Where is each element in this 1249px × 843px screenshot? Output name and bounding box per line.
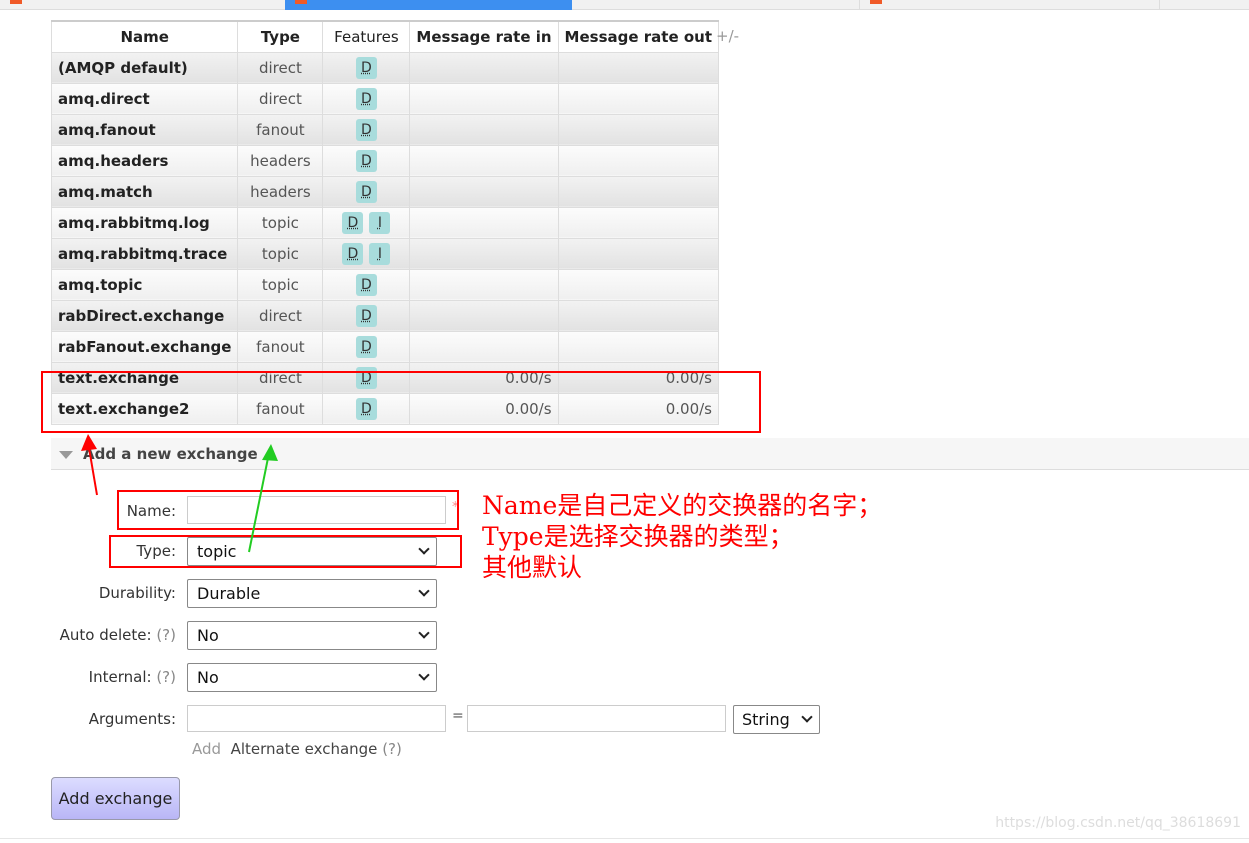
footer-divider (0, 838, 1249, 839)
watermark: https://blog.csdn.net/qq_38618691 (995, 815, 1241, 831)
highlight-box-new-exchanges (41, 371, 761, 433)
annotation-overlay (41, 371, 761, 568)
red-arrowhead-icon (81, 434, 97, 451)
highlight-box-type (109, 535, 462, 568)
green-arrowhead-icon (262, 444, 278, 461)
red-arrow-line (88, 447, 98, 496)
green-arrow-line (248, 457, 269, 553)
highlight-box-name (117, 490, 459, 530)
